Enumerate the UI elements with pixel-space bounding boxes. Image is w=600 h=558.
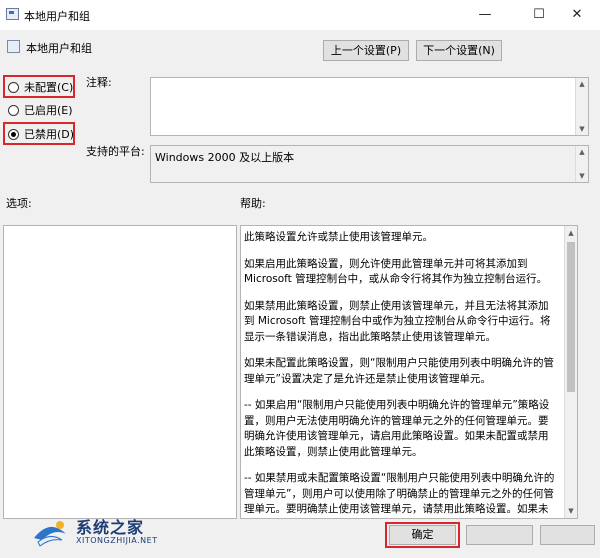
help-paragraph: 此策略设置允许或禁止使用该管理单元。 [244,231,433,243]
platform-scrollbar[interactable]: ▲ ▼ [575,146,588,182]
scroll-down-icon[interactable]: ▼ [576,172,588,180]
radio-label: 已启用(E) [24,104,73,117]
scroll-down-icon[interactable]: ▼ [565,507,577,515]
radio-circle [8,81,19,93]
options-label: 选项: [6,197,32,210]
comment-label: 注释: [86,76,112,89]
scroll-up-icon[interactable]: ▲ [576,80,588,88]
help-paragraph: 如果未配置此策略设置，则“限制用户只能使用列表中明确允许的管理单元”设置决定了是… [244,357,554,385]
help-panel: 此策略设置允许或禁止使用该管理单元。 如果启用此策略设置，则允许使用此管理单元并… [240,225,578,519]
help-scrollbar[interactable]: ▲ ▼ [564,226,577,518]
options-panel [3,225,237,519]
next-setting-button[interactable]: 下一个设置(N) [416,40,502,61]
radio-not-configured[interactable]: 未配置(C) [8,78,73,96]
title-bar: 本地用户和组 — ☐ ✕ [0,0,600,30]
help-label: 帮助: [240,197,266,210]
radio-disabled[interactable]: 已禁用(D) [8,125,74,143]
scroll-up-icon[interactable]: ▲ [565,229,577,237]
prev-setting-button[interactable]: 上一个设置(P) [323,40,409,61]
help-paragraph: -- 如果禁用或未配置策略设置“限制用户只能使用列表中明确允许的管理单元”，则用… [244,472,555,515]
radio-circle [8,104,19,116]
comment-scrollbar[interactable]: ▲ ▼ [575,78,588,135]
platform-value: Windows 2000 及以上版本 [155,151,295,164]
window-title: 本地用户和组 [24,10,90,23]
platform-field: Windows 2000 及以上版本 ▲ ▼ [150,145,589,183]
watermark-name: 系统之家 [76,518,145,537]
watermark-logo-icon [34,521,66,547]
scroll-down-icon[interactable]: ▼ [576,125,588,133]
radio-circle-selected [8,128,19,140]
minimize-button[interactable]: — [462,0,508,30]
app-icon [6,8,19,20]
help-paragraph: 如果启用此策略设置，则允许使用此管理单元并可将其添加到 Microsoft 管理… [244,257,548,286]
help-paragraph: -- 如果启用“限制用户只能使用列表中明确允许的管理单元”策略设置，则用户无法使… [244,399,550,458]
help-text: 此策略设置允许或禁止使用该管理单元。 如果启用此策略设置，则允许使用此管理单元并… [241,230,561,518]
help-paragraph: 如果禁用此策略设置，则禁止使用该管理单元，并且无法将其添加到 Microsoft… [244,299,551,343]
radio-label: 已禁用(D) [24,128,75,141]
scroll-up-icon[interactable]: ▲ [576,148,588,156]
radio-label: 未配置(C) [24,81,74,94]
radio-enabled[interactable]: 已启用(E) [8,101,73,119]
platform-label: 支持的平台: [86,145,145,158]
ok-button[interactable]: 确定 [389,525,456,545]
watermark-url: XITONGZHIJIA.NET [76,536,158,545]
comment-textarea[interactable]: ▲ ▼ [150,77,589,136]
close-button[interactable]: ✕ [554,0,600,30]
scroll-thumb[interactable] [567,242,575,392]
apply-button[interactable] [540,525,595,545]
policy-icon [7,40,20,53]
cancel-button[interactable] [466,525,533,545]
policy-title: 本地用户和组 [26,42,92,55]
